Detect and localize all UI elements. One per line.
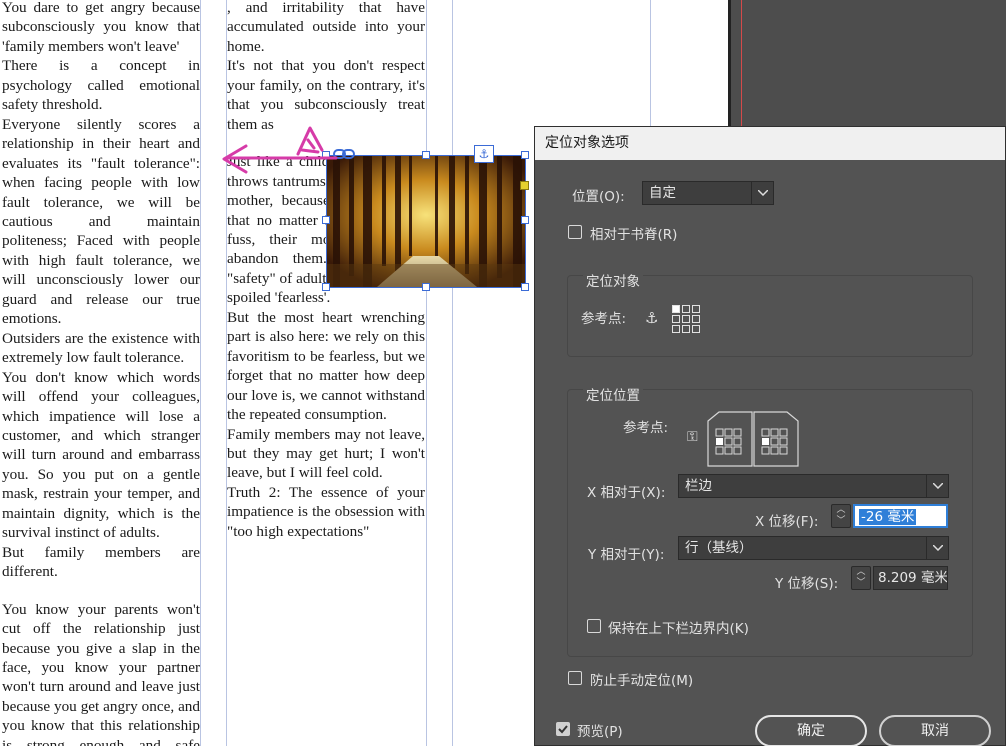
dialog-title: 定位对象选项 [535,127,1005,160]
chevron-down-icon [926,537,948,559]
spread-icon: ⚿ [687,429,698,445]
x-offset-label: X 位移(F): [755,514,819,530]
column-guide [452,0,453,746]
y-relative-value: 行（基线） [685,540,753,556]
text-column-1[interactable]: You dare to get angry because subconscio… [2,0,200,746]
resize-handle[interactable] [521,216,529,224]
page-spread-reference-icon[interactable] [707,411,799,467]
paragraph: Truth 2: The essence of your impatience … [227,483,425,540]
prevent-manual-positioning-label: 防止手动定位(M) [590,673,694,689]
paragraph: But the most heart wrenching part is als… [227,308,425,424]
chevron-down-icon[interactable]: ﹀ [856,578,866,589]
chain-link-icon[interactable] [333,148,355,160]
anchor-icon: ⚓ [645,309,659,327]
paragraph: Outsiders are the existence with extreme… [2,329,200,367]
position-value: 自定 [649,185,676,201]
y-relative-label: Y 相对于(Y): [588,547,665,563]
chevron-up-icon[interactable]: ︿ [836,505,846,516]
reference-point-grid[interactable] [672,305,700,333]
x-offset-input[interactable]: -26 毫米 [853,504,948,528]
x-relative-dropdown[interactable]: 栏边 [678,474,949,498]
relative-to-spine-checkbox[interactable] [568,225,582,239]
y-relative-dropdown[interactable]: 行（基线） [678,536,949,560]
resize-handle[interactable] [422,283,430,291]
chevron-up-icon[interactable]: ︿ [856,567,866,578]
keep-in-bounds-label: 保持在上下栏边界内(K) [608,621,749,637]
paragraph: You dare to get angry because subconscio… [2,0,200,55]
selection-outline [326,155,526,288]
preview-checkbox[interactable] [556,722,570,736]
y-offset-stepper[interactable]: ︿ ﹀ [851,566,871,590]
anchored-object-heading: 定位对象 [583,270,643,290]
ok-button[interactable]: 确定 [755,715,867,746]
x-relative-value: 栏边 [685,478,712,494]
position-label: 位置(O): [572,189,625,205]
position-dropdown[interactable]: 自定 [642,181,774,205]
pasteboard-area [728,0,1006,130]
resize-handle[interactable] [521,283,529,291]
prevent-manual-positioning-checkbox[interactable] [568,671,582,685]
resize-handle[interactable] [322,216,330,224]
paragraph: , and irritability that have accumulated… [227,0,425,55]
paragraph: You know your parents won't cut off the … [2,600,200,746]
paragraph: There is a concept in psychology called … [2,57,200,114]
chevron-down-icon[interactable]: ﹀ [836,516,846,527]
column-guide [200,0,201,746]
anchor-icon[interactable]: ⚓ [474,145,494,163]
keep-in-bounds-checkbox[interactable] [587,619,601,633]
x-offset-stepper[interactable]: ︿ ﹀ [831,504,851,528]
y-offset-label: Y 位移(S): [775,576,839,592]
relative-to-spine-label: 相对于书脊(R) [590,227,678,243]
paragraph: Family members may not leave, but they m… [227,425,425,482]
paragraph: It's not that you don't respect your fam… [227,57,425,133]
resize-handle[interactable] [521,151,529,159]
reference-point-label: 参考点: [581,311,627,327]
paragraph: Everyone silently scores a relationship … [2,115,200,328]
resize-handle[interactable] [422,151,430,159]
anchored-position-heading: 定位位置 [583,384,643,404]
anchored-image-frame[interactable] [322,151,529,291]
text-port-handle[interactable] [520,181,529,190]
chevron-down-icon [751,182,773,204]
chevron-down-icon [926,475,948,497]
checkmark-icon [558,725,568,734]
column-guide [426,0,427,746]
preview-label: 预览(P) [577,724,623,740]
resize-handle[interactable] [322,151,330,159]
y-offset-input[interactable]: 8.209 毫米 [873,566,948,590]
resize-handle[interactable] [322,283,330,291]
cancel-button[interactable]: 取消 [879,715,991,746]
anchored-object-options-dialog: 定位对象选项 位置(O): 自定 相对于书脊(R) 定位对象 参考点: ⚓ 定位… [534,126,1006,746]
paragraph: But family members are different. [2,543,200,581]
x-relative-label: X 相对于(X): [587,485,666,501]
paragraph: You don't know which words will offend y… [2,368,200,542]
reference-point-label: 参考点: [623,420,669,436]
